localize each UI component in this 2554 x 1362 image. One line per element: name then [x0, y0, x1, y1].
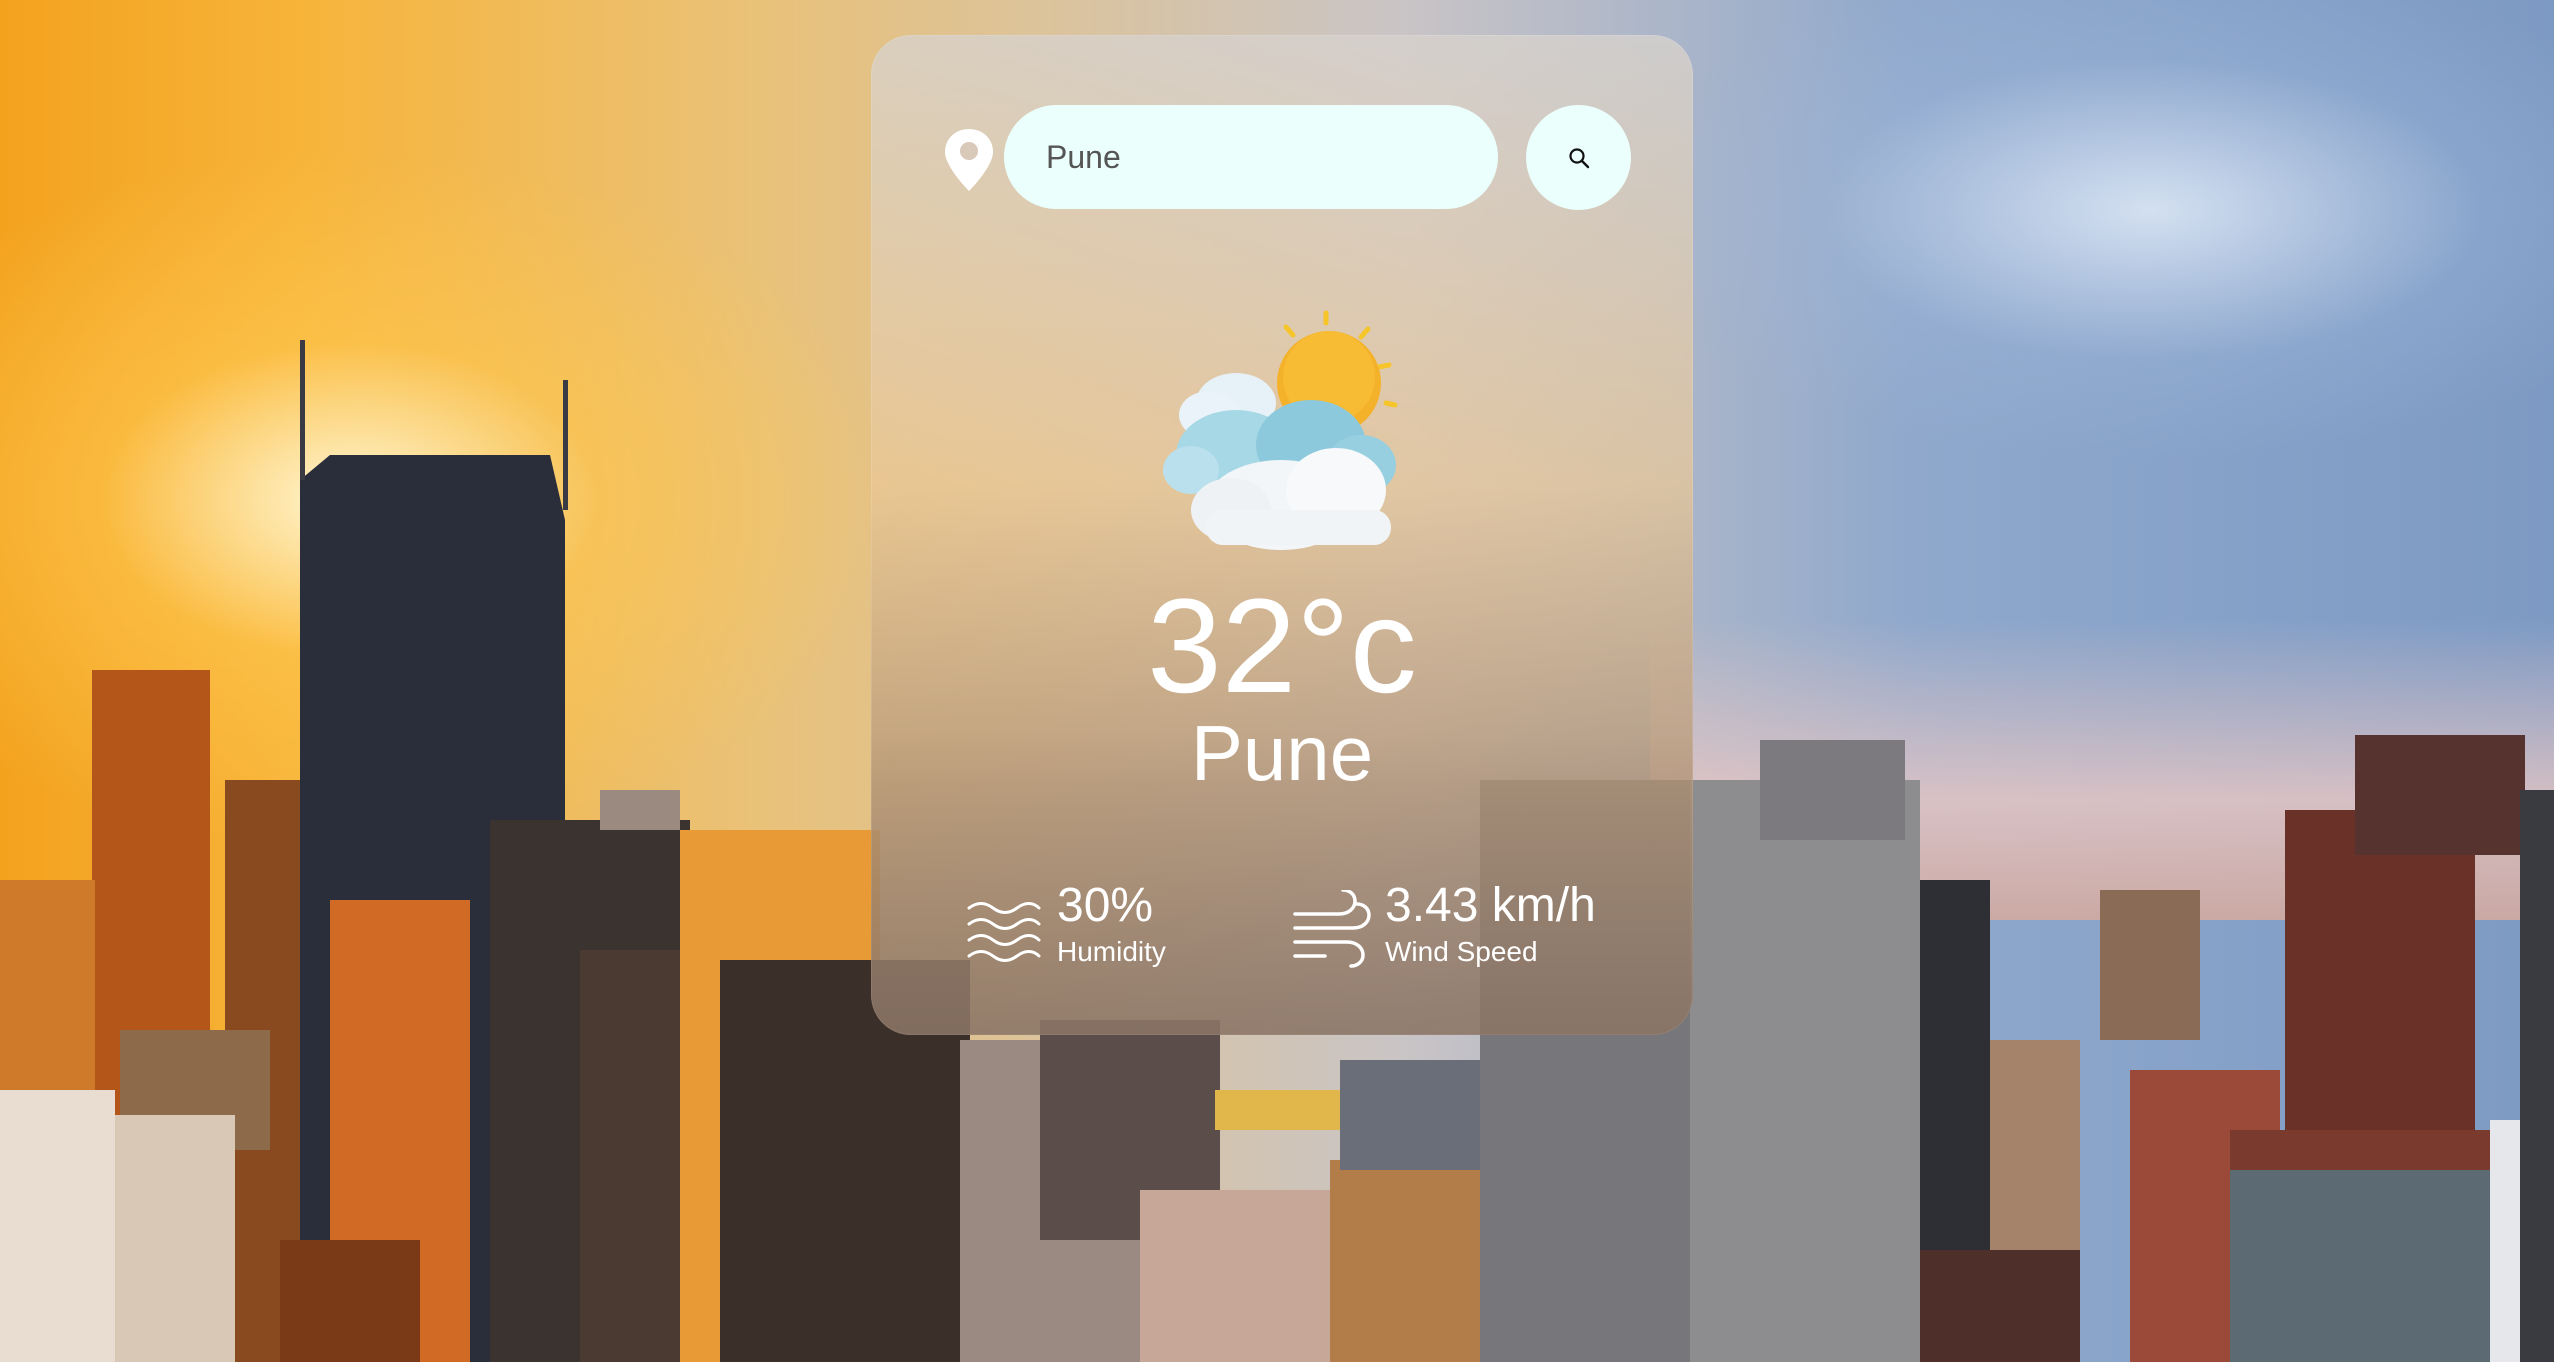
search-input[interactable]	[1004, 105, 1498, 209]
location-pin-icon	[945, 129, 993, 191]
city-name: Pune	[1190, 709, 1374, 797]
wind-stat: 3.43 km/h Wind Speed	[1291, 880, 1596, 972]
wind-text: 3.43 km/h Wind Speed	[1385, 880, 1596, 968]
search-icon	[1568, 147, 1589, 168]
temperature: 32°c	[1147, 572, 1417, 721]
humidity-text: 30% Humidity	[1057, 880, 1166, 968]
wind-label: Wind Speed	[1385, 936, 1538, 967]
search-button[interactable]	[1526, 105, 1631, 210]
wind-value: 3.43 km/h	[1385, 879, 1596, 932]
partly-cloudy-sun-icon	[1163, 310, 1398, 550]
humidity-label: Humidity	[1057, 936, 1166, 967]
humidity-waves-icon	[967, 902, 1041, 962]
humidity-stat: 30% Humidity	[963, 880, 1166, 972]
weather-card: 32°c Pune 30% Humidity 3.43 km/h	[871, 35, 1693, 1035]
humidity-value: 30%	[1057, 879, 1154, 932]
wind-icon	[1293, 890, 1371, 968]
